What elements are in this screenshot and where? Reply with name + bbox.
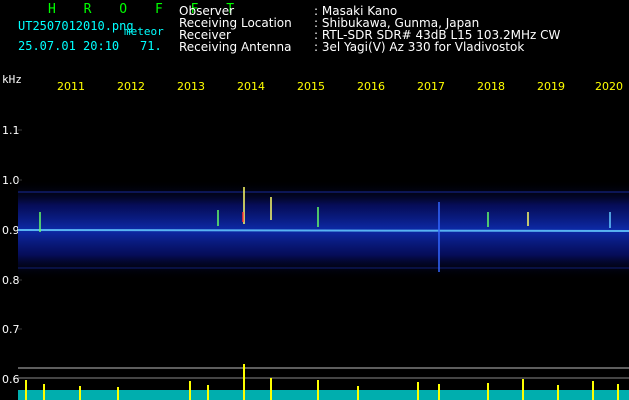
y-tick-label: 1.1 — [2, 124, 20, 137]
carrier-trace — [18, 229, 629, 232]
detection-tag: meteor — [124, 25, 164, 38]
frequency-unit-label: kHz — [2, 73, 22, 86]
echo-count: 71. — [140, 39, 162, 53]
datetime-label: 25.07.01 20:10 — [18, 39, 120, 53]
antenna-value: : 3el Yagi(V) Az 330 for Vladivostok — [314, 40, 525, 54]
y-tick-label: 0.8 — [2, 274, 20, 287]
y-tick-label: 0.7 — [2, 323, 20, 336]
y-tick-label: 0.9 — [2, 224, 20, 237]
level-floor — [18, 390, 629, 400]
spectrogram — [18, 129, 629, 400]
y-tick-label: 1.0 — [2, 174, 20, 187]
y-tick-label: 0.6 — [2, 373, 20, 386]
antenna-label: Receiving Antenna — [179, 40, 292, 54]
file-name: UT2507012010.png — [18, 19, 134, 33]
